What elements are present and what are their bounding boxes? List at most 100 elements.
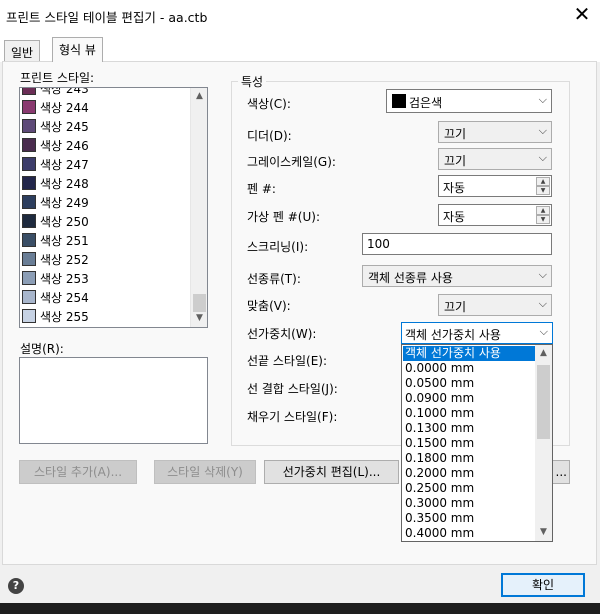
adaptive-combo[interactable]: 끄기 ⌵ [438, 294, 552, 316]
properties-title: 특성 [238, 73, 267, 90]
line-join-label: 선 결합 스타일(J): [247, 382, 338, 396]
scroll-up-icon[interactable]: ▲ [191, 88, 207, 105]
dropdown-option[interactable]: 0.3000 mm [403, 496, 536, 511]
dropdown-option[interactable]: 0.0500 mm [403, 376, 536, 391]
dropdown-option[interactable]: 0.2000 mm [403, 466, 536, 481]
tab-form-view[interactable]: 형식 뷰 [52, 37, 103, 62]
add-style-button[interactable]: 스타일 추가(A)... [19, 460, 137, 484]
color-swatch [22, 309, 36, 323]
virtual-pen-value: 자동 [443, 210, 466, 224]
screening-input[interactable]: 100 [362, 233, 552, 255]
color-swatch [22, 233, 36, 247]
color-swatch [22, 138, 36, 152]
dropdown-option[interactable]: 0.4000 mm [403, 526, 536, 541]
spin-down-icon[interactable]: ▼ [536, 215, 550, 224]
list-item-label: 색상 250 [40, 215, 89, 229]
dropdown-option[interactable]: 0.2500 mm [403, 481, 536, 496]
chevron-down-icon: ⌵ [538, 297, 547, 310]
list-item[interactable]: 색상 250 [22, 211, 190, 230]
list-item[interactable]: 색상 245 [22, 116, 190, 135]
list-item[interactable]: 색상 249 [22, 192, 190, 211]
lineweight-combo[interactable]: 객체 선가중치 사용 ⌵ [401, 322, 553, 344]
scroll-down-icon[interactable]: ▼ [535, 524, 552, 541]
title-bar: 프린트 스타일 테이블 편집기 - aa.ctb ✕ [0, 0, 600, 30]
dropdown-option[interactable]: 객체 선가중치 사용 [403, 346, 536, 361]
window-title: 프린트 스타일 테이블 편집기 - aa.ctb [6, 10, 208, 25]
list-item[interactable]: 색상 248 [22, 173, 190, 192]
lineweight-dropdown-list[interactable]: 객체 선가중치 사용 0.0000 mm 0.0500 mm 0.0900 mm 0.1… [401, 344, 553, 542]
list-item-label: 색상 253 [40, 272, 89, 286]
list-item[interactable]: 색상 253 [22, 268, 190, 287]
dropdown-option[interactable]: 0.1800 mm [403, 451, 536, 466]
color-swatch [22, 214, 36, 228]
list-item-label: 색상 254 [40, 291, 89, 305]
description-textarea[interactable] [19, 357, 208, 444]
dropdown-option[interactable]: 0.1300 mm [403, 421, 536, 436]
fill-style-label: 채우기 스타일(F): [247, 410, 338, 424]
scroll-down-icon[interactable]: ▼ [191, 310, 207, 327]
adaptive-value: 끄기 [444, 300, 467, 314]
pen-value: 자동 [443, 181, 466, 195]
dropdown-scroll-thumb[interactable] [537, 365, 550, 439]
chevron-down-icon: ⌵ [538, 93, 547, 106]
list-item[interactable]: 색상 254 [22, 287, 190, 306]
pen-spinbox[interactable]: 자동 ▲ ▼ [438, 175, 552, 197]
grayscale-value: 끄기 [444, 154, 467, 168]
scroll-up-icon[interactable]: ▲ [535, 345, 552, 362]
linetype-value: 객체 선종류 사용 [368, 271, 453, 285]
list-item-label: 색상 247 [40, 158, 89, 172]
dropdown-option[interactable]: 0.1000 mm [403, 406, 536, 421]
spin-up-icon[interactable]: ▲ [536, 206, 550, 215]
list-item[interactable]: 색상 246 [22, 135, 190, 154]
close-icon[interactable]: ✕ [568, 2, 596, 26]
list-item[interactable]: 색상 243 [22, 88, 190, 97]
background-strip [0, 603, 600, 614]
edit-lineweights-button[interactable]: 선가중치 편집(L)... [264, 460, 399, 484]
dropdown-option[interactable]: 0.3500 mm [403, 511, 536, 526]
color-swatch [22, 290, 36, 304]
pen-label: 펜 #: [247, 182, 276, 196]
linetype-combo[interactable]: 객체 선종류 사용 ⌵ [362, 265, 552, 287]
delete-style-button[interactable]: 스타일 삭제(Y) [154, 460, 256, 484]
color-value: 검은색 [409, 96, 443, 110]
list-item-label: 색상 246 [40, 139, 89, 153]
list-item-label: 색상 255 [40, 310, 89, 324]
lineweight-label: 선가중치(W): [247, 327, 317, 341]
list-item[interactable]: 색상 255 [22, 306, 190, 325]
grayscale-combo[interactable]: 끄기 ⌵ [438, 148, 552, 170]
print-styles-scrollbar[interactable]: ▲ ▼ [190, 88, 207, 327]
chevron-down-icon: ⌵ [538, 151, 547, 164]
list-item-label: 색상 244 [40, 101, 89, 115]
tab-general[interactable]: 일반 [4, 40, 41, 61]
dropdown-option[interactable]: 0.1500 mm [403, 436, 536, 451]
color-label: 색상(C): [247, 97, 291, 111]
dropdown-option[interactable]: 0.0900 mm [403, 391, 536, 406]
color-swatch [392, 94, 406, 108]
list-item[interactable]: 색상 251 [22, 230, 190, 249]
spin-up-icon[interactable]: ▲ [536, 177, 550, 186]
lineweight-value: 객체 선가중치 사용 [405, 328, 501, 342]
color-combo[interactable]: 검은색 ⌵ [386, 89, 552, 113]
linetype-label: 선종류(T): [247, 272, 301, 286]
virtual-pen-spinbox[interactable]: 자동 ▲ ▼ [438, 204, 552, 226]
color-swatch [22, 119, 36, 133]
print-styles-list[interactable]: 색상 243 색상 244 색상 245 색상 246 색상 247 색상 248 색상 2… [19, 87, 208, 328]
list-item[interactable]: 색상 252 [22, 249, 190, 268]
list-item-label: 색상 248 [40, 177, 89, 191]
dropdown-scrollbar[interactable]: ▲ ▼ [535, 345, 552, 541]
spin-down-icon[interactable]: ▼ [536, 186, 550, 195]
screening-value: 100 [367, 237, 390, 251]
ok-button[interactable]: 확인 [501, 573, 585, 597]
grayscale-label: 그레이스케일(G): [247, 155, 336, 169]
help-icon[interactable]: ? [8, 578, 24, 594]
list-item[interactable]: 색상 244 [22, 97, 190, 116]
list-item-label: 색상 245 [40, 120, 89, 134]
screening-label: 스크리닝(I): [247, 240, 309, 254]
list-item-label: 색상 252 [40, 253, 89, 267]
color-swatch [22, 252, 36, 266]
dither-combo[interactable]: 끄기 ⌵ [438, 121, 552, 143]
chevron-down-icon: ⌵ [538, 268, 547, 281]
dropdown-option[interactable]: 0.0000 mm [403, 361, 536, 376]
color-swatch [22, 157, 36, 171]
list-item[interactable]: 색상 247 [22, 154, 190, 173]
